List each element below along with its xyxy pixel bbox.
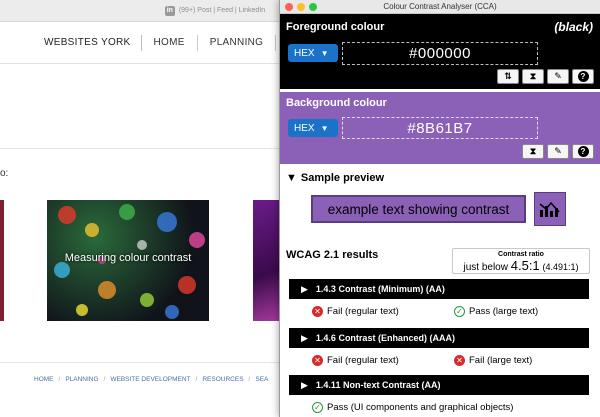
criterion-1-4-11-toggle[interactable]: ▶ 1.4.11 Non-text Contrast (AA) <box>289 375 589 395</box>
chart-icon <box>539 201 560 217</box>
foreground-sliders-button[interactable]: ⧗ <box>522 69 544 84</box>
criterion-1-4-3-toggle[interactable]: ▶ 1.4.3 Contrast (Minimum) (AA) <box>289 279 589 299</box>
sample-preview-toggle[interactable]: ▼ Sample preview <box>286 172 384 184</box>
eyedropper-icon: ✎ <box>554 146 562 156</box>
zoom-window-button[interactable] <box>309 3 317 11</box>
foreground-format-value: HEX <box>294 47 315 59</box>
footer-separator: / <box>248 376 251 383</box>
site-brand[interactable]: WEBSITES YORK <box>44 34 142 51</box>
content-cut-text: o: <box>0 168 9 179</box>
swap-colours-button[interactable]: ⇅ <box>497 69 519 84</box>
criterion-1-4-11-results: ✓ Pass (UI components and graphical obje… <box>312 402 572 413</box>
content-divider <box>0 148 280 149</box>
background-title: Background colour <box>286 97 387 109</box>
foreground-hex-input[interactable]: #000000 <box>342 42 538 65</box>
triangle-down-icon: ▼ <box>286 172 297 184</box>
footer-separator: / <box>58 376 61 383</box>
minimize-window-button[interactable] <box>297 3 305 11</box>
background-format-select[interactable]: HEX ▼ <box>288 119 338 137</box>
cca-titlebar: Colour Contrast Analyser (CCA) <box>280 0 600 14</box>
footer-nav-website-development[interactable]: WEBSITE DEVELOPMENT <box>110 376 190 383</box>
article-tile-left[interactable] <box>0 200 4 321</box>
footer-nav: HOME / PLANNING / WEBSITE DEVELOPMENT / … <box>34 376 268 383</box>
close-window-button[interactable] <box>285 3 293 11</box>
triangle-right-icon: ▶ <box>301 379 308 390</box>
result-item: ✕ Fail (regular text) <box>312 306 454 317</box>
footer-nav-planning[interactable]: PLANNING <box>65 376 98 383</box>
criterion-1-4-6-results: ✕ Fail (regular text) ✕ Fail (large text… <box>312 355 596 366</box>
foreground-color-name: (black) <box>554 20 593 34</box>
pass-icon: ✓ <box>454 306 465 317</box>
fail-icon: ✕ <box>312 355 323 366</box>
foreground-format-select[interactable]: HEX ▼ <box>288 44 338 62</box>
traffic-lights <box>285 3 317 11</box>
triangle-right-icon: ▶ <box>301 283 308 294</box>
contrast-ratio-value-line: just below 4.5:1 (4.491:1) <box>453 259 589 275</box>
result-text: Fail (regular text) <box>327 355 399 366</box>
fail-icon: ✕ <box>454 355 465 366</box>
foreground-help-button[interactable]: ? <box>572 69 594 84</box>
result-text: Fail (regular text) <box>327 306 399 317</box>
site-nav-home[interactable]: HOME <box>142 34 198 51</box>
linkedin-icon: in <box>164 5 175 16</box>
background-help-button[interactable]: ? <box>572 144 594 159</box>
chevron-down-icon: ▼ <box>320 48 329 58</box>
sample-graphic-preview <box>534 192 566 226</box>
footer-separator: / <box>103 376 106 383</box>
help-icon: ? <box>577 146 589 157</box>
criterion-1-4-3-results: ✕ Fail (regular text) ✓ Pass (large text… <box>312 306 596 317</box>
contrast-ratio-box: Contrast ratio just below 4.5:1 (4.491:1… <box>452 248 590 274</box>
sliders-icon: ⧗ <box>529 146 537 156</box>
result-item: ✕ Fail (large text) <box>454 355 596 366</box>
contrast-ratio-detail: (4.491:1) <box>542 262 579 272</box>
background-eyedropper-button[interactable]: ✎ <box>547 144 569 159</box>
chevron-down-icon: ▼ <box>320 123 329 133</box>
criterion-label: 1.4.6 Contrast (Enhanced) (AAA) <box>315 333 455 343</box>
sample-preview-title: Sample preview <box>300 172 385 184</box>
contrast-ratio-prefix: just below <box>463 262 508 273</box>
result-item: ✓ Pass (large text) <box>454 306 596 317</box>
foreground-title: Foreground colour <box>286 21 385 33</box>
site-nav-planning[interactable]: PLANNING <box>198 34 277 51</box>
criterion-label: 1.4.11 Non-text Contrast (AA) <box>315 380 441 390</box>
sliders-icon: ⧗ <box>529 71 537 81</box>
pass-icon: ✓ <box>312 402 323 413</box>
fail-icon: ✕ <box>312 306 323 317</box>
footer-nav-search[interactable]: SEA <box>255 376 268 383</box>
background-format-value: HEX <box>294 122 315 134</box>
background-section: Background colour HEX ▼ #8B61B7 ⧗ ✎ ? <box>280 92 600 164</box>
browser-tab-title[interactable]: (99+) Post | Feed | LinkedIn <box>179 7 265 14</box>
article-tile-title: Measuring colour contrast <box>64 252 192 264</box>
result-text: Fail (large text) <box>469 355 533 366</box>
cca-window-title: Colour Contrast Analyser (CCA) <box>383 2 497 11</box>
sample-text-preview: example text showing contrast <box>311 195 526 223</box>
foreground-eyedropper-button[interactable]: ✎ <box>547 69 569 84</box>
eyedropper-icon: ✎ <box>554 71 562 81</box>
result-item: ✓ Pass (UI components and graphical obje… <box>312 402 572 413</box>
swap-icon: ⇅ <box>504 71 512 81</box>
footer-divider <box>0 362 280 363</box>
criterion-1-4-6-toggle[interactable]: ▶ 1.4.6 Contrast (Enhanced) (AAA) <box>289 328 589 348</box>
result-text: Pass (large text) <box>469 306 539 317</box>
help-icon: ? <box>577 71 589 82</box>
foreground-section: Foreground colour (black) HEX ▼ #000000 … <box>280 14 600 89</box>
footer-nav-home[interactable]: HOME <box>34 376 54 383</box>
background-sliders-button[interactable]: ⧗ <box>522 144 544 159</box>
criterion-label: 1.4.3 Contrast (Minimum) (AA) <box>315 284 445 294</box>
triangle-right-icon: ▶ <box>301 332 308 343</box>
footer-nav-resources[interactable]: RESOURCES <box>202 376 243 383</box>
contrast-ratio-value: 4.5:1 <box>510 258 540 273</box>
cca-window: Colour Contrast Analyser (CCA) Foregroun… <box>279 0 600 417</box>
result-item: ✕ Fail (regular text) <box>312 355 454 366</box>
footer-separator: / <box>195 376 198 383</box>
article-tile-main[interactable]: Measuring colour contrast <box>47 200 209 321</box>
background-hex-input[interactable]: #8B61B7 <box>342 117 538 139</box>
wcag-results-title: WCAG 2.1 results <box>286 249 379 261</box>
result-text: Pass (UI components and graphical object… <box>327 402 514 413</box>
